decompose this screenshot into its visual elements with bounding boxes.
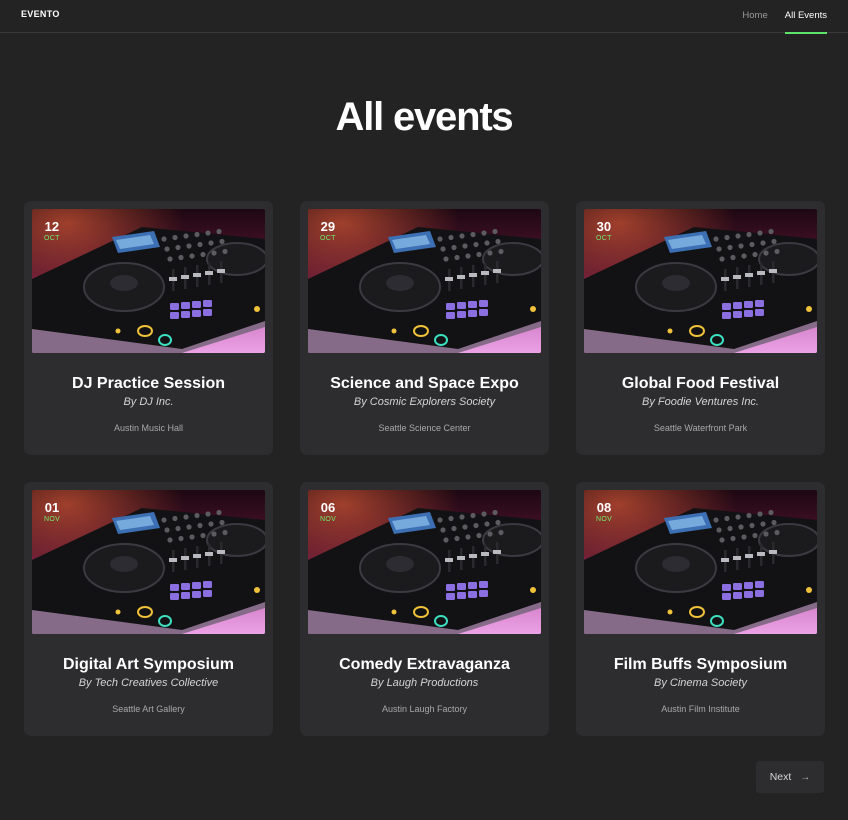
date-day: 12 <box>44 219 60 234</box>
date-month: NOV <box>320 516 337 523</box>
event-organizer: By Laugh Productions <box>370 677 479 689</box>
event-venue: Seattle Waterfront Park <box>653 423 748 433</box>
event-venue: Seattle Art Gallery <box>112 704 185 714</box>
date-day: 30 <box>596 219 612 234</box>
date-day: 06 <box>320 500 336 515</box>
main-nav: Home All Events <box>742 0 828 34</box>
event-image: 01 NOV <box>32 490 265 634</box>
event-organizer: By Foodie Ventures Inc. <box>642 396 759 408</box>
event-organizer: By Tech Creatives Collective <box>78 677 219 689</box>
date-badge: 29 OCT <box>320 220 336 242</box>
date-badge: 12 OCT <box>44 220 60 242</box>
event-card[interactable]: 12 OCT DJ Practice Session By DJ Inc. Au… <box>24 201 273 455</box>
top-navbar: EVENTO Home All Events <box>0 0 848 34</box>
event-venue: Austin Film Institute <box>661 704 740 714</box>
event-image: 06 NOV <box>308 490 541 634</box>
arrow-right-icon: → <box>800 771 811 783</box>
event-image: 12 OCT <box>32 209 265 353</box>
event-venue: Austin Music Hall <box>113 423 184 433</box>
date-day: 08 <box>596 500 612 515</box>
event-card[interactable]: 29 OCT Science and Space Expo By Cosmic … <box>300 201 549 455</box>
event-title[interactable]: Comedy Extravaganza <box>300 656 549 674</box>
event-organizer: By Cinema Society <box>654 677 747 689</box>
date-month: NOV <box>596 516 613 523</box>
nav-link-home[interactable]: Home <box>742 0 767 33</box>
next-label: Next <box>769 771 792 783</box>
event-image: 29 OCT <box>308 209 541 353</box>
event-title[interactable]: Digital Art Symposium <box>24 656 273 674</box>
events-grid: 12 OCT DJ Practice Session By DJ Inc. Au… <box>24 201 825 736</box>
event-title[interactable]: DJ Practice Session <box>24 375 273 393</box>
event-card[interactable]: 08 NOV Film Buffs Symposium By Cinema So… <box>576 482 825 736</box>
event-venue: Seattle Science Center <box>378 423 471 433</box>
date-day: 01 <box>44 500 60 515</box>
site-logo[interactable]: EVENTO <box>21 9 60 19</box>
event-title[interactable]: Science and Space Expo <box>300 375 549 393</box>
date-month: NOV <box>44 516 61 523</box>
event-card[interactable]: 01 NOV Digital Art Symposium By Tech Cre… <box>24 482 273 736</box>
date-day: 29 <box>320 219 336 234</box>
event-image: 30 OCT <box>584 209 817 353</box>
next-page-button[interactable]: Next → <box>756 761 824 793</box>
date-badge: 30 OCT <box>596 220 612 242</box>
event-title[interactable]: Global Food Festival <box>576 375 825 393</box>
event-organizer: By DJ Inc. <box>123 396 174 408</box>
date-month: OCT <box>320 235 336 242</box>
date-month: OCT <box>596 235 612 242</box>
event-card[interactable]: 06 NOV Comedy Extravaganza By Laugh Prod… <box>300 482 549 736</box>
date-month: OCT <box>44 235 60 242</box>
event-title[interactable]: Film Buffs Symposium <box>576 656 825 674</box>
date-badge: 01 NOV <box>44 501 60 523</box>
event-image: 08 NOV <box>584 490 817 634</box>
page-title: All events <box>335 95 514 139</box>
nav-link-all-events[interactable]: All Events <box>784 0 828 34</box>
event-organizer: By Cosmic Explorers Society <box>353 396 496 408</box>
date-badge: 06 NOV <box>320 501 336 523</box>
event-card[interactable]: 30 OCT Global Food Festival By Foodie Ve… <box>576 201 825 455</box>
date-badge: 08 NOV <box>596 501 612 523</box>
event-venue: Austin Laugh Factory <box>381 704 468 714</box>
